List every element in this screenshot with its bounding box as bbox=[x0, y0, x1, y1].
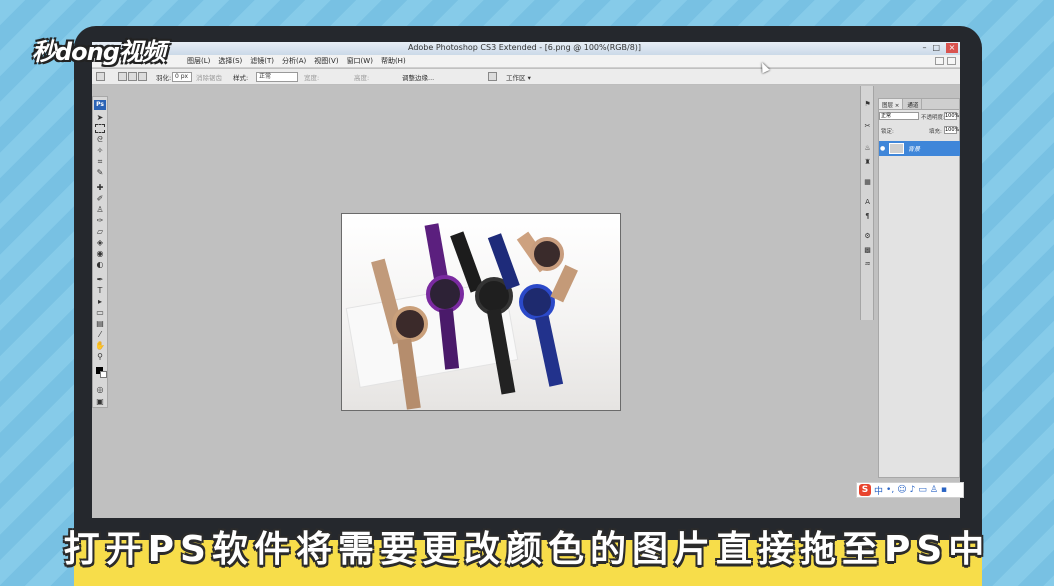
blend-mode-select[interactable]: 正常 bbox=[879, 112, 919, 120]
panel-dock: ⚑ ✂ ♨ ♜ ▦ A ¶ ⚙ ▩ ♒ bbox=[860, 86, 874, 320]
path-select-icon[interactable]: ▸ bbox=[95, 297, 105, 306]
watches-photo bbox=[345, 223, 578, 410]
ime-mode-toggle[interactable]: 中 bbox=[874, 484, 883, 497]
menu-filter[interactable]: 滤镜(T) bbox=[250, 55, 274, 67]
clone-stamp-icon[interactable]: ♙ bbox=[95, 205, 105, 214]
shape-icon[interactable]: ▭ bbox=[95, 308, 105, 317]
ime-punctuation-icon[interactable]: •, bbox=[886, 485, 894, 495]
style-label: 样式: bbox=[233, 74, 249, 82]
lasso-icon[interactable]: ᘓ bbox=[95, 135, 105, 144]
title-bar: Adobe Photoshop CS3 Extended - [6.png @ … bbox=[92, 42, 960, 55]
dodge-icon[interactable]: ◐ bbox=[95, 260, 105, 269]
close-button[interactable]: × bbox=[946, 43, 958, 53]
layer-thumbnail bbox=[889, 143, 904, 154]
feather-input[interactable]: 0 px bbox=[172, 72, 192, 82]
eraser-icon[interactable]: ▱ bbox=[95, 227, 105, 236]
document-controls bbox=[935, 57, 956, 65]
ime-mic-icon[interactable]: ♪ bbox=[910, 485, 916, 495]
navigator-icon[interactable]: ⚑ bbox=[863, 100, 872, 109]
fill-input[interactable]: 100% bbox=[944, 126, 959, 134]
tab-channels[interactable]: 通道 bbox=[904, 99, 923, 109]
magic-wand-icon[interactable]: ✧ bbox=[95, 146, 105, 155]
menu-window[interactable]: 窗口(W) bbox=[347, 55, 373, 67]
menu-select[interactable]: 选择(S) bbox=[218, 55, 242, 67]
notes-icon[interactable]: ▤ bbox=[95, 319, 105, 328]
histogram-icon[interactable]: ♒ bbox=[863, 260, 872, 269]
history-icon[interactable]: ▦ bbox=[863, 178, 872, 187]
workspace-button[interactable]: 工作区 ▾ bbox=[506, 72, 531, 82]
opacity-input[interactable]: 100% bbox=[944, 112, 959, 120]
menu-bar: 图层(L) 选择(S) 滤镜(T) 分析(A) 视图(V) 窗口(W) 帮助(H… bbox=[92, 55, 960, 68]
zoom-icon[interactable]: ⚲ bbox=[95, 352, 105, 361]
move-tool-icon[interactable]: ➤ bbox=[95, 113, 105, 122]
watermark-logo: 秒dong视频 bbox=[32, 38, 166, 66]
history-brush-icon[interactable]: ✑ bbox=[95, 216, 105, 225]
menu-analysis[interactable]: 分析(A) bbox=[282, 55, 306, 67]
paint-bucket-icon[interactable]: ◈ bbox=[95, 238, 105, 247]
document-image-watches[interactable] bbox=[341, 213, 621, 411]
pen-icon[interactable]: ✒ bbox=[95, 275, 105, 284]
doc-minimize-button[interactable] bbox=[935, 57, 944, 65]
tab-layers[interactable]: 图层 × bbox=[879, 99, 904, 109]
style-select[interactable]: 正常 bbox=[256, 72, 298, 82]
screen-mode-icon[interactable]: ▣ bbox=[95, 397, 105, 406]
subtract-selection-icon[interactable] bbox=[138, 72, 147, 81]
layers-panel-tabs: 图层 × 通道 bbox=[879, 99, 959, 110]
window-title: Adobe Photoshop CS3 Extended - [6.png @ … bbox=[408, 43, 642, 52]
opacity-label: 不透明度: bbox=[921, 115, 945, 121]
maximize-button[interactable]: □ bbox=[932, 43, 940, 53]
fill-label: 填充: bbox=[929, 129, 942, 135]
height-label: 高度: bbox=[354, 74, 370, 82]
ime-skin-icon[interactable]: ♙ bbox=[930, 485, 938, 495]
ime-keyboard-icon[interactable]: ▭ bbox=[918, 485, 927, 495]
ime-settings-icon[interactable]: ▪ bbox=[941, 485, 947, 495]
brushes-icon[interactable]: ♨ bbox=[863, 144, 872, 153]
actions-icon[interactable]: ⚙ bbox=[863, 232, 872, 241]
ps-logo-icon: Ps bbox=[94, 100, 106, 110]
quick-mask-icon[interactable]: ◎ bbox=[95, 385, 105, 394]
hand-icon[interactable]: ✋ bbox=[95, 341, 105, 350]
info-icon[interactable]: ▩ bbox=[863, 246, 872, 255]
menu-layer[interactable]: 图层(L) bbox=[187, 55, 210, 67]
clone-source-icon[interactable]: ♜ bbox=[863, 158, 872, 167]
marquee-icon[interactable] bbox=[95, 124, 105, 133]
antialias-checkbox[interactable]: 消除锯齿 bbox=[196, 72, 222, 82]
layer-row-background[interactable]: ● 背景 bbox=[879, 141, 960, 156]
window-controls: – □ × bbox=[922, 43, 958, 53]
character-icon[interactable]: A bbox=[863, 198, 872, 207]
lock-label: 锁定: bbox=[881, 129, 894, 135]
minimize-button[interactable]: – bbox=[922, 43, 926, 53]
ime-emoji-icon[interactable]: ☺ bbox=[897, 485, 906, 495]
menu-view[interactable]: 视图(V) bbox=[314, 55, 338, 67]
subtitle-caption: 打开PS软件将需要更改颜色的图片直接拖至PS中 bbox=[63, 529, 991, 570]
eyedropper-icon[interactable]: ⁄ bbox=[95, 330, 105, 339]
paragraph-icon[interactable]: ¶ bbox=[863, 212, 872, 221]
crop-icon[interactable]: ⌗ bbox=[95, 157, 105, 166]
slice-icon[interactable]: ✎ bbox=[95, 168, 105, 177]
background-color-swatch[interactable] bbox=[100, 371, 107, 378]
type-icon[interactable]: T bbox=[95, 286, 105, 295]
sogou-logo-icon[interactable]: S bbox=[859, 484, 871, 496]
toolbox: Ps ➤ ᘓ ✧ ⌗ ✎ ✚ ✐ ♙ ✑ ▱ ◈ ◉ ◐ ✒ T ▸ ▭ ▤ ⁄… bbox=[92, 96, 108, 408]
tool-presets-icon[interactable]: ✂ bbox=[863, 122, 872, 131]
healing-brush-icon[interactable]: ✚ bbox=[95, 183, 105, 192]
layer-name: 背景 bbox=[908, 146, 921, 153]
palette-well-icon[interactable] bbox=[488, 72, 497, 81]
add-selection-icon[interactable] bbox=[128, 72, 137, 81]
doc-restore-button[interactable] bbox=[947, 57, 956, 65]
visibility-eye-icon[interactable]: ● bbox=[880, 145, 885, 152]
ime-toolbar: S 中 •, ☺ ♪ ▭ ♙ ▪ bbox=[856, 482, 964, 498]
layers-panel: 图层 × 通道 正常 不透明度: 100% 锁定: 填充: 100% ● 背景 bbox=[878, 98, 960, 478]
options-bar: 羽化: 0 px 消除锯齿 样式: 正常 宽度: 高度: 调整边缘... 工作区… bbox=[92, 69, 960, 85]
feather-label: 羽化: bbox=[156, 74, 172, 82]
blur-icon[interactable]: ◉ bbox=[95, 249, 105, 258]
menu-help[interactable]: 帮助(H) bbox=[381, 55, 406, 67]
new-selection-icon[interactable] bbox=[118, 72, 127, 81]
refine-edge-button[interactable]: 调整边缘... bbox=[402, 72, 434, 82]
width-label: 宽度: bbox=[304, 74, 320, 82]
marquee-tool-icon[interactable] bbox=[96, 72, 105, 81]
brush-icon[interactable]: ✐ bbox=[95, 194, 105, 203]
